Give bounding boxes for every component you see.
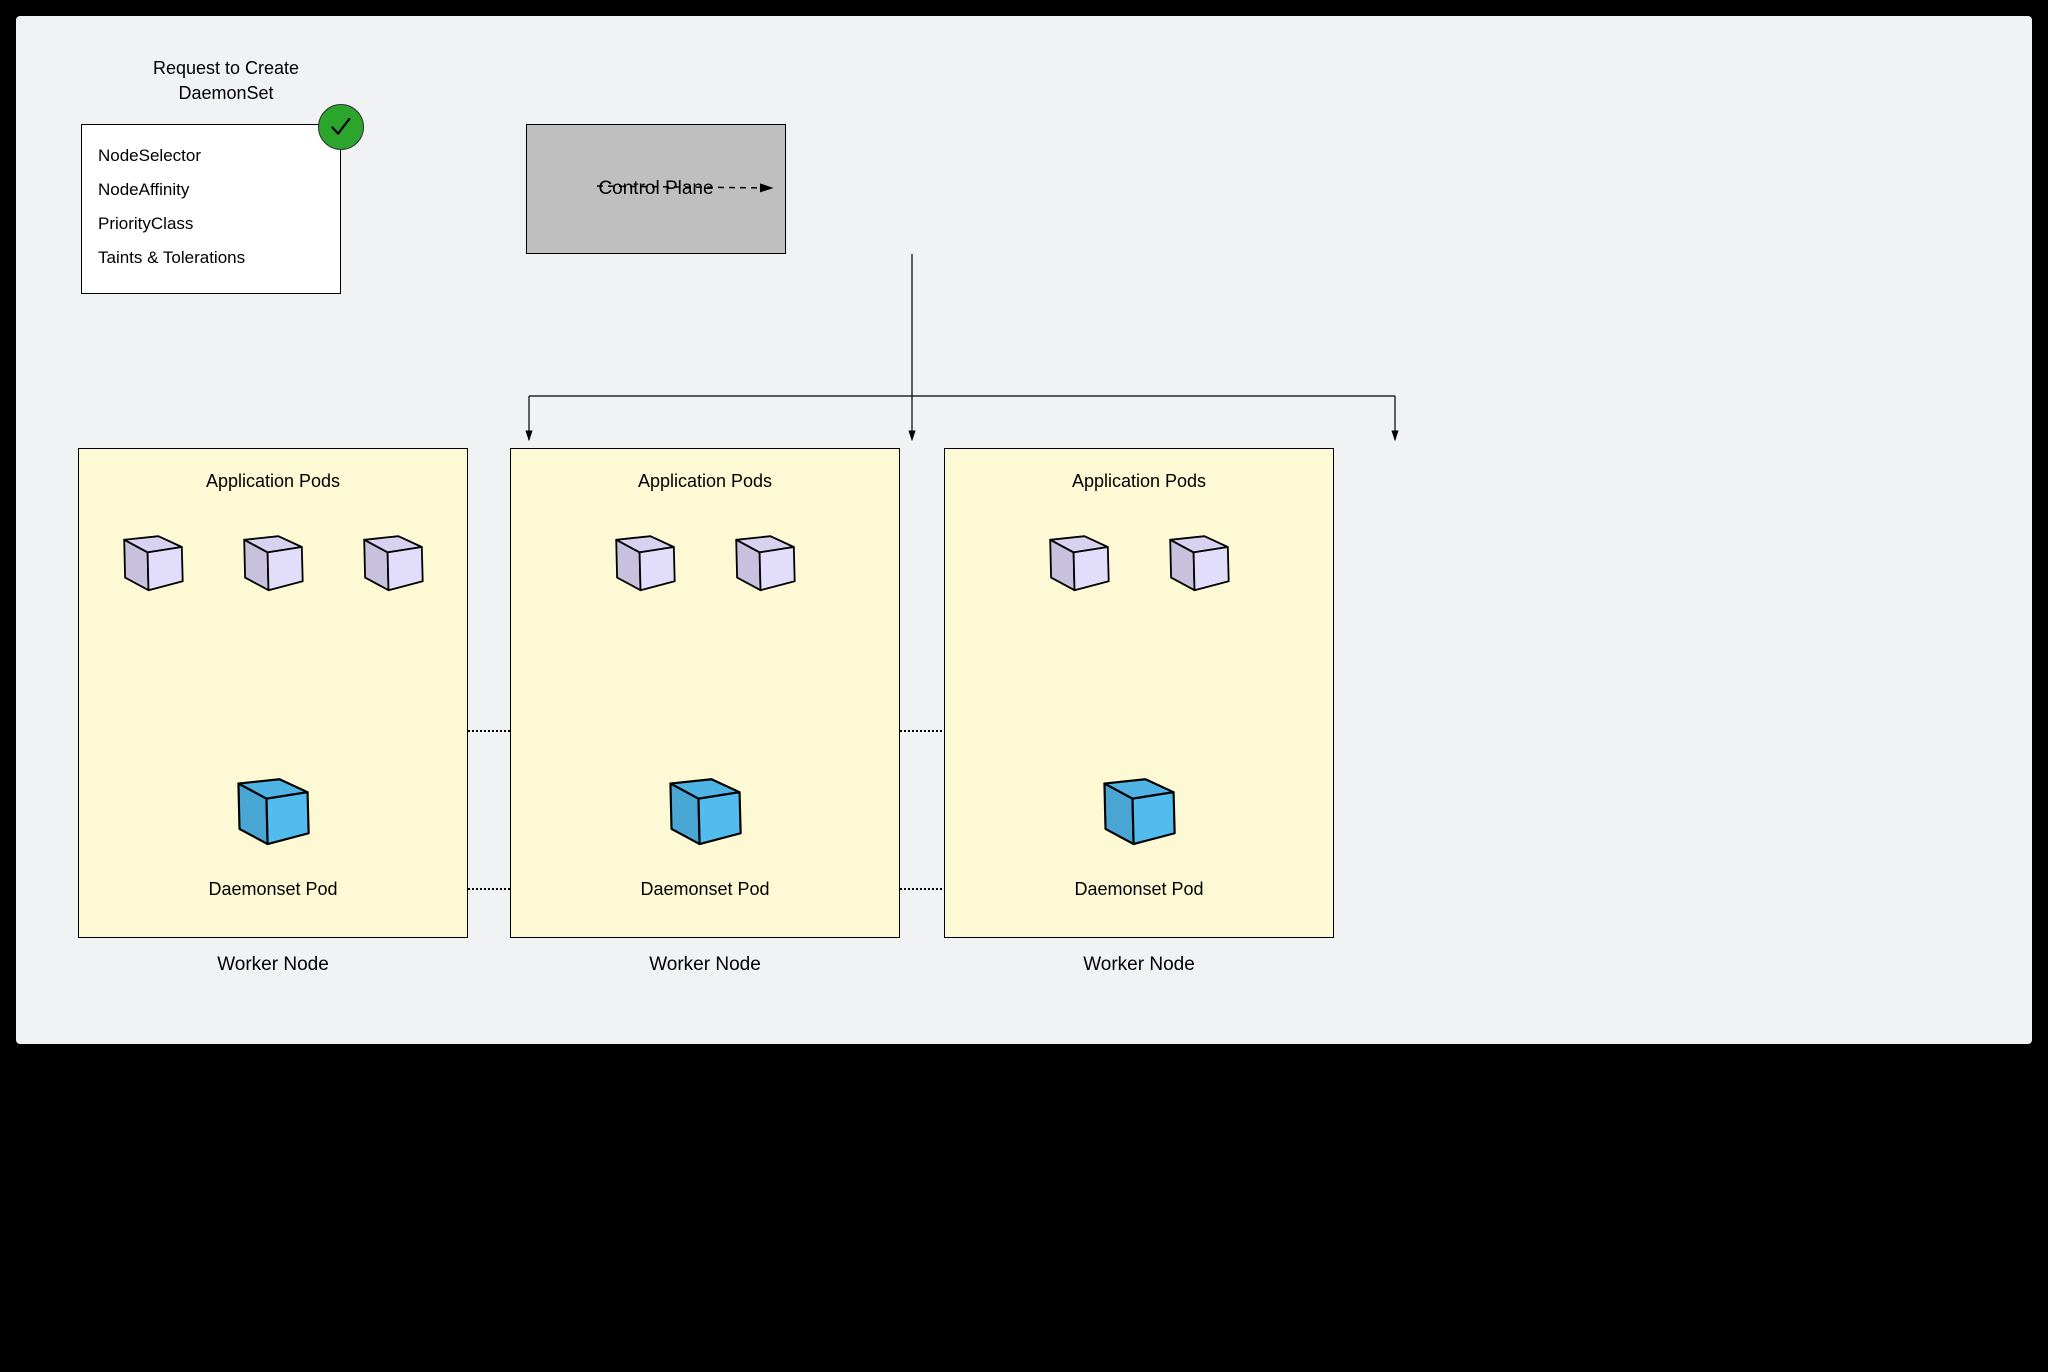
request-box: NodeSelector NodeAffinity PriorityClass … bbox=[81, 124, 341, 294]
request-title-line2: DaemonSet bbox=[178, 83, 273, 103]
diagram-canvas: Request to Create DaemonSet NodeSelector… bbox=[16, 16, 2032, 1044]
daemon-pod-cube-icon bbox=[651, 749, 759, 857]
worker-node-label: Worker Node bbox=[78, 954, 468, 976]
app-pods-row bbox=[511, 511, 899, 601]
app-pod-cube-icon bbox=[600, 511, 690, 601]
request-item: NodeAffinity bbox=[98, 173, 324, 207]
control-plane-box: Control Plane bbox=[526, 124, 786, 254]
app-pod-cube-icon bbox=[1034, 511, 1124, 601]
app-pods-row bbox=[945, 511, 1333, 601]
request-item: PriorityClass bbox=[98, 207, 324, 241]
checkmark-icon bbox=[328, 114, 354, 140]
app-pod-cube-icon bbox=[720, 511, 810, 601]
daemon-pod-wrap bbox=[79, 749, 467, 857]
daemon-pod-cube-icon bbox=[219, 749, 327, 857]
app-pod-cube-icon bbox=[108, 511, 198, 601]
app-pods-row bbox=[79, 511, 467, 601]
daemon-pod-label: Daemonset Pod bbox=[945, 879, 1333, 900]
daemon-pod-label: Daemonset Pod bbox=[511, 879, 899, 900]
app-pods-label: Application Pods bbox=[79, 471, 467, 492]
request-title: Request to Create DaemonSet bbox=[126, 56, 326, 106]
request-item: NodeSelector bbox=[98, 139, 324, 173]
worker-node-panel: Application Pods Daemonset Pod bbox=[944, 448, 1334, 938]
app-pod-cube-icon bbox=[348, 511, 438, 601]
worker-node-panel: Application Pods Daemonset Pod bbox=[78, 448, 468, 938]
worker-node-label: Worker Node bbox=[510, 954, 900, 976]
daemon-pod-label: Daemonset Pod bbox=[79, 879, 467, 900]
request-title-line1: Request to Create bbox=[153, 58, 299, 78]
request-item: Taints & Tolerations bbox=[98, 241, 324, 275]
check-badge-icon bbox=[318, 104, 364, 150]
app-pods-label: Application Pods bbox=[511, 471, 899, 492]
app-pod-cube-icon bbox=[228, 511, 318, 601]
control-plane-label: Control Plane bbox=[598, 178, 713, 200]
daemon-pod-cube-icon bbox=[1085, 749, 1193, 857]
daemon-pod-wrap bbox=[511, 749, 899, 857]
daemon-pod-wrap bbox=[945, 749, 1333, 857]
app-pods-label: Application Pods bbox=[945, 471, 1333, 492]
app-pod-cube-icon bbox=[1154, 511, 1244, 601]
worker-node-label: Worker Node bbox=[944, 954, 1334, 976]
worker-node-panel: Application Pods Daemonset Pod bbox=[510, 448, 900, 938]
